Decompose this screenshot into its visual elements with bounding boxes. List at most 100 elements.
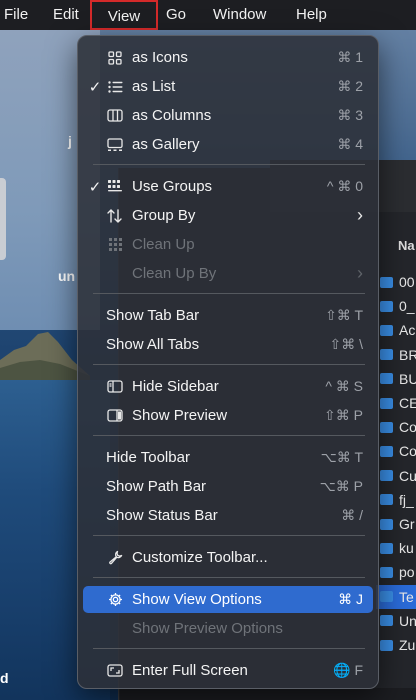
desktop-icon-label[interactable]: un xyxy=(58,268,75,284)
wrench-icon xyxy=(105,548,125,568)
folder-icon xyxy=(380,445,393,457)
file-row[interactable]: Cu xyxy=(380,464,416,488)
menu-item-as-gallery[interactable]: as Gallery ⌘ 4 xyxy=(83,131,373,158)
menu-item-label: Use Groups xyxy=(132,178,213,195)
folder-icon xyxy=(380,397,393,409)
file-name: po xyxy=(399,564,415,581)
file-name: BU xyxy=(399,370,416,387)
menu-item-shortcut: ⌘ 2 xyxy=(337,78,363,94)
menu-item-as-list[interactable]: ✓ as List ⌘ 2 xyxy=(83,73,373,100)
menu-item-shortcut: ^ ⌘ S xyxy=(325,378,363,394)
folder-icon xyxy=(380,615,393,627)
menu-item-hide-sidebar[interactable]: Hide Sidebar ^ ⌘ S xyxy=(83,373,373,400)
file-row[interactable]: Co xyxy=(380,415,416,439)
file-row[interactable]: Ac xyxy=(380,318,416,342)
file-row[interactable]: po xyxy=(380,560,416,584)
file-name: Zu xyxy=(399,637,416,653)
menu-item-label: Show Tab Bar xyxy=(106,307,200,324)
desktop-icon-label[interactable]: d xyxy=(0,670,9,686)
checkmark-icon: ✓ xyxy=(88,178,102,196)
menu-item-label: as Gallery xyxy=(132,136,200,153)
menu-item-label: as Icons xyxy=(132,49,188,66)
menu-item-enter-full-screen[interactable]: Enter Full Screen 🌐 F xyxy=(83,657,373,684)
menu-item-clean-up[interactable]: Clean Up xyxy=(83,231,373,258)
folder-icon xyxy=(380,324,393,336)
file-row[interactable]: Un xyxy=(380,609,416,633)
menu-item-label: Show Preview xyxy=(132,407,228,424)
menu-item-shortcut: ⌘ / xyxy=(341,507,363,523)
sort-arrows-icon xyxy=(105,206,125,226)
menu-bar: File Edit View Go Window Help xyxy=(0,0,416,30)
menu-window[interactable]: Window xyxy=(213,0,266,30)
menu-item-label: Show All Tabs xyxy=(106,336,200,353)
file-row[interactable]: 00 xyxy=(380,270,416,294)
menu-file[interactable]: File xyxy=(4,0,28,30)
menu-item-show-tab-bar[interactable]: Show Tab Bar ⇧⌘ T xyxy=(83,302,373,329)
menu-edit[interactable]: Edit xyxy=(53,0,79,30)
submenu-chevron-icon: › xyxy=(357,263,363,283)
menu-item-use-groups[interactable]: ✓ Use Groups ^ ⌘ 0 xyxy=(83,173,373,200)
submenu-chevron-icon: › xyxy=(357,205,363,225)
menu-separator xyxy=(93,535,365,536)
menu-item-as-columns[interactable]: as Columns ⌘ 3 xyxy=(83,102,373,129)
menu-separator xyxy=(93,293,365,294)
file-row[interactable]: fj_ xyxy=(380,488,416,512)
checkmark-icon: ✓ xyxy=(88,78,102,96)
folder-icon xyxy=(380,494,393,506)
menu-separator xyxy=(93,164,365,165)
menu-item-label: Hide Sidebar xyxy=(132,378,219,395)
menu-separator xyxy=(93,435,365,436)
file-row[interactable]: Zu xyxy=(380,633,416,657)
sidebar-icon xyxy=(105,377,125,397)
menu-item-show-status-bar[interactable]: Show Status Bar ⌘ / xyxy=(83,502,373,529)
file-row[interactable]: BR xyxy=(380,343,416,367)
preview-pane-icon xyxy=(105,406,125,426)
menu-item-shortcut: 🌐 F xyxy=(333,662,363,678)
folder-icon xyxy=(380,349,393,361)
menu-item-shortcut: ⌥⌘ P xyxy=(319,478,363,494)
desktop-widget-edge xyxy=(0,178,6,260)
file-name: Co xyxy=(399,443,416,460)
list-icon xyxy=(105,77,125,97)
view-menu: as Icons ⌘ 1 ✓ as List ⌘ 2 as Columns ⌘ … xyxy=(77,35,379,689)
menu-item-show-view-options[interactable]: Show View Options ⌘ J xyxy=(83,586,373,613)
menu-item-label: Customize Toolbar... xyxy=(132,549,268,566)
column-header-name[interactable]: Na xyxy=(398,238,415,253)
file-row[interactable]: ku xyxy=(380,536,416,560)
groups-icon xyxy=(105,177,125,197)
grid-icon xyxy=(105,48,125,68)
menu-item-customize-toolbar[interactable]: Customize Toolbar... xyxy=(83,544,373,571)
menu-item-shortcut: ^ ⌘ 0 xyxy=(326,178,363,194)
file-row[interactable]: Co xyxy=(380,439,416,463)
menu-item-group-by[interactable]: Group By › xyxy=(83,202,373,229)
menu-item-shortcut: ⌥⌘ T xyxy=(320,449,363,465)
menu-separator xyxy=(93,648,365,649)
file-name: 00 xyxy=(399,274,415,290)
menu-help[interactable]: Help xyxy=(296,0,327,30)
file-row[interactable]: Te xyxy=(376,584,416,609)
gear-icon xyxy=(105,590,125,610)
menu-item-show-preview-options[interactable]: Show Preview Options xyxy=(83,615,373,642)
file-name: Cu xyxy=(399,467,416,484)
file-row[interactable]: BU xyxy=(380,367,416,391)
folder-icon xyxy=(380,566,393,578)
file-row[interactable]: 0_ xyxy=(380,294,416,318)
menu-item-show-preview[interactable]: Show Preview ⇧⌘ P xyxy=(83,402,373,429)
menu-item-hide-toolbar[interactable]: Hide Toolbar ⌥⌘ T xyxy=(83,444,373,471)
file-name: fj_ xyxy=(399,491,414,508)
menu-item-shortcut: ⇧⌘ P xyxy=(324,407,363,423)
menu-item-as-icons[interactable]: as Icons ⌘ 1 xyxy=(83,44,373,71)
fullscreen-icon xyxy=(105,661,125,681)
menu-go[interactable]: Go xyxy=(166,0,186,30)
menu-item-show-all-tabs[interactable]: Show All Tabs ⇧⌘ \ xyxy=(83,331,373,358)
desktop-icon-label[interactable]: j xyxy=(68,133,72,149)
file-row[interactable]: CE xyxy=(380,391,416,415)
menu-item-label: Clean Up By xyxy=(132,265,217,282)
menu-view[interactable]: View xyxy=(90,0,158,30)
menu-item-show-path-bar[interactable]: Show Path Bar ⌥⌘ P xyxy=(83,473,373,500)
menu-separator xyxy=(93,577,365,578)
menu-item-clean-up-by[interactable]: Clean Up By › xyxy=(83,260,373,287)
folder-icon xyxy=(380,639,393,651)
gallery-icon xyxy=(105,135,125,155)
file-row[interactable]: Gr xyxy=(380,512,416,536)
